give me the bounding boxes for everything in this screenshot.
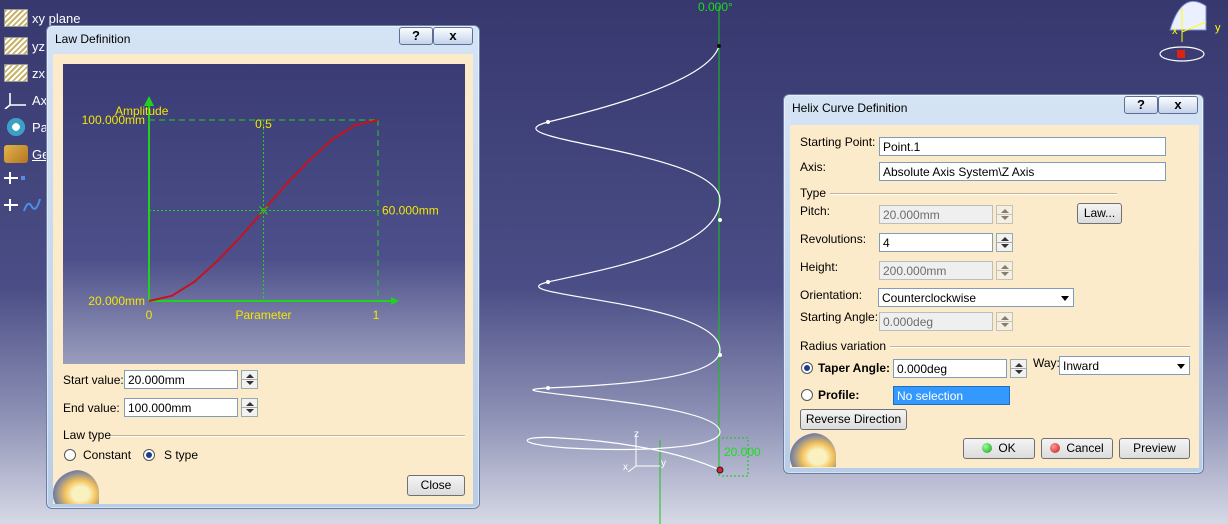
chevron-down-icon bbox=[1061, 296, 1069, 301]
angle-dimension-label: 0.000° bbox=[698, 0, 733, 14]
profile-label: Profile: bbox=[818, 388, 860, 402]
ok-label: OK bbox=[998, 441, 1016, 455]
taper-angle-radio[interactable] bbox=[801, 362, 813, 374]
cancel-label: Cancel bbox=[1066, 441, 1104, 455]
y-tick-label: 100.000mm bbox=[82, 113, 145, 127]
profile-field[interactable]: No selection bbox=[893, 386, 1010, 405]
helix-end-point bbox=[717, 44, 721, 48]
close-icon[interactable]: x bbox=[433, 27, 473, 45]
end-value-field[interactable]: 100.000mm bbox=[124, 398, 238, 417]
starting-point-label: Starting Point: bbox=[800, 135, 876, 149]
close-button[interactable]: Close bbox=[407, 475, 465, 496]
helix-curve[interactable] bbox=[526, 45, 721, 471]
start-value-spinner[interactable] bbox=[241, 370, 258, 389]
height-field: 200.000mm bbox=[879, 261, 993, 280]
help-button[interactable]: ? bbox=[1124, 96, 1158, 114]
ok-icon bbox=[982, 443, 993, 453]
helix-point bbox=[546, 120, 550, 124]
type-separator bbox=[830, 193, 1117, 195]
starting-point-marker[interactable] bbox=[716, 466, 724, 474]
orientation-value: Counterclockwise bbox=[882, 291, 977, 305]
compass-x-label: x bbox=[1172, 25, 1178, 37]
law-button[interactable]: Law... bbox=[1077, 203, 1122, 224]
local-triad bbox=[627, 434, 660, 473]
axis-field[interactable]: Absolute Axis System\Z Axis bbox=[879, 162, 1166, 181]
mid-y-label: 60.000mm bbox=[382, 204, 439, 218]
constant-label: Constant bbox=[83, 448, 132, 462]
revolutions-label: Revolutions: bbox=[800, 232, 867, 246]
law-type-label: Law type bbox=[63, 428, 112, 442]
x-axis-label: Parameter bbox=[235, 308, 291, 322]
x-tick-label: 0 bbox=[146, 308, 153, 322]
compass-y-label: y bbox=[1215, 22, 1221, 34]
help-button[interactable]: ? bbox=[399, 27, 433, 45]
radius-dimension-label: 20.000 bbox=[724, 445, 761, 459]
x-tick-label: 1 bbox=[373, 308, 380, 322]
height-spinner bbox=[996, 261, 1013, 280]
preview-button[interactable]: Preview bbox=[1119, 438, 1190, 459]
law-dialog-client: Amplitude 100.000mm 20.000mm 0.5 60.000mm 0 1 P… bbox=[53, 54, 473, 504]
dialog-title: Law Definition bbox=[55, 32, 131, 46]
triad-z-label: z bbox=[634, 429, 639, 440]
catia-logo-icon bbox=[53, 470, 99, 504]
way-dropdown[interactable]: Inward bbox=[1059, 356, 1190, 375]
taper-angle-field[interactable]: 0.000deg bbox=[893, 359, 1007, 378]
triad-y-label: y bbox=[661, 458, 666, 469]
radius-variation-label: Radius variation bbox=[800, 339, 887, 353]
way-value: Inward bbox=[1063, 359, 1100, 373]
starting-angle-spinner bbox=[996, 312, 1013, 331]
law-type-separator bbox=[111, 435, 465, 437]
ok-button[interactable]: OK bbox=[963, 438, 1035, 459]
revolutions-spinner[interactable] bbox=[996, 233, 1013, 252]
axis-label: Axis: bbox=[800, 160, 827, 174]
mid-x-label: 0.5 bbox=[255, 117, 272, 131]
cancel-icon bbox=[1050, 443, 1061, 453]
pitch-label: Pitch: bbox=[800, 204, 831, 218]
starting-angle-field: 0.000deg bbox=[879, 312, 993, 331]
taper-angle-label: Taper Angle: bbox=[818, 361, 891, 375]
helix-point bbox=[546, 386, 550, 390]
cancel-button[interactable]: Cancel bbox=[1041, 438, 1113, 459]
pitch-field: 20.000mm bbox=[879, 205, 993, 224]
end-value-label: End value: bbox=[63, 401, 120, 415]
taper-angle-spinner[interactable] bbox=[1010, 359, 1027, 378]
y-tick-label: 20.000mm bbox=[88, 294, 145, 308]
orientation-label: Orientation: bbox=[800, 288, 863, 302]
orientation-dropdown[interactable]: Counterclockwise bbox=[878, 288, 1074, 307]
compass-icon[interactable] bbox=[1159, 1, 1207, 62]
constant-radio[interactable] bbox=[64, 449, 76, 461]
height-label: Height: bbox=[800, 260, 839, 274]
profile-radio[interactable] bbox=[801, 389, 813, 401]
way-label: Way: bbox=[1033, 356, 1060, 370]
triad-x-label: x bbox=[623, 462, 628, 473]
chevron-down-icon bbox=[1177, 364, 1185, 369]
start-value-label: Start value: bbox=[63, 373, 124, 387]
helix-curve-dialog: Helix Curve Definition ? x Starting Poin… bbox=[783, 94, 1204, 474]
close-icon[interactable]: x bbox=[1158, 96, 1198, 114]
start-value-field[interactable]: 20.000mm bbox=[124, 370, 238, 389]
law-chart: Amplitude100.000mm20.000mm0.560.000mm0 1P… bbox=[63, 64, 465, 364]
radius-variation-separator bbox=[890, 346, 1190, 348]
dialog-title: Helix Curve Definition bbox=[792, 101, 908, 115]
catia-logo-icon bbox=[790, 433, 836, 467]
reverse-direction-button[interactable]: Reverse Direction bbox=[800, 409, 907, 430]
law-definition-dialog: Law Definition ? x Amplitude 100.000mm 20.… bbox=[46, 25, 480, 509]
starting-angle-label: Starting Angle: bbox=[800, 310, 879, 324]
type-group-label: Type bbox=[800, 186, 827, 200]
starting-point-field[interactable]: Point.1 bbox=[879, 137, 1166, 156]
revolutions-field[interactable]: 4 bbox=[879, 233, 993, 252]
helix-point bbox=[718, 353, 722, 357]
pitch-spinner bbox=[996, 205, 1013, 224]
helix-point bbox=[546, 280, 550, 284]
helix-dialog-client: Starting Point: Point.1 Axis: Absolute A… bbox=[790, 125, 1199, 468]
s-type-radio[interactable] bbox=[143, 449, 155, 461]
end-value-spinner[interactable] bbox=[241, 398, 258, 417]
helix-point bbox=[718, 218, 722, 222]
s-type-label: S type bbox=[164, 448, 199, 462]
